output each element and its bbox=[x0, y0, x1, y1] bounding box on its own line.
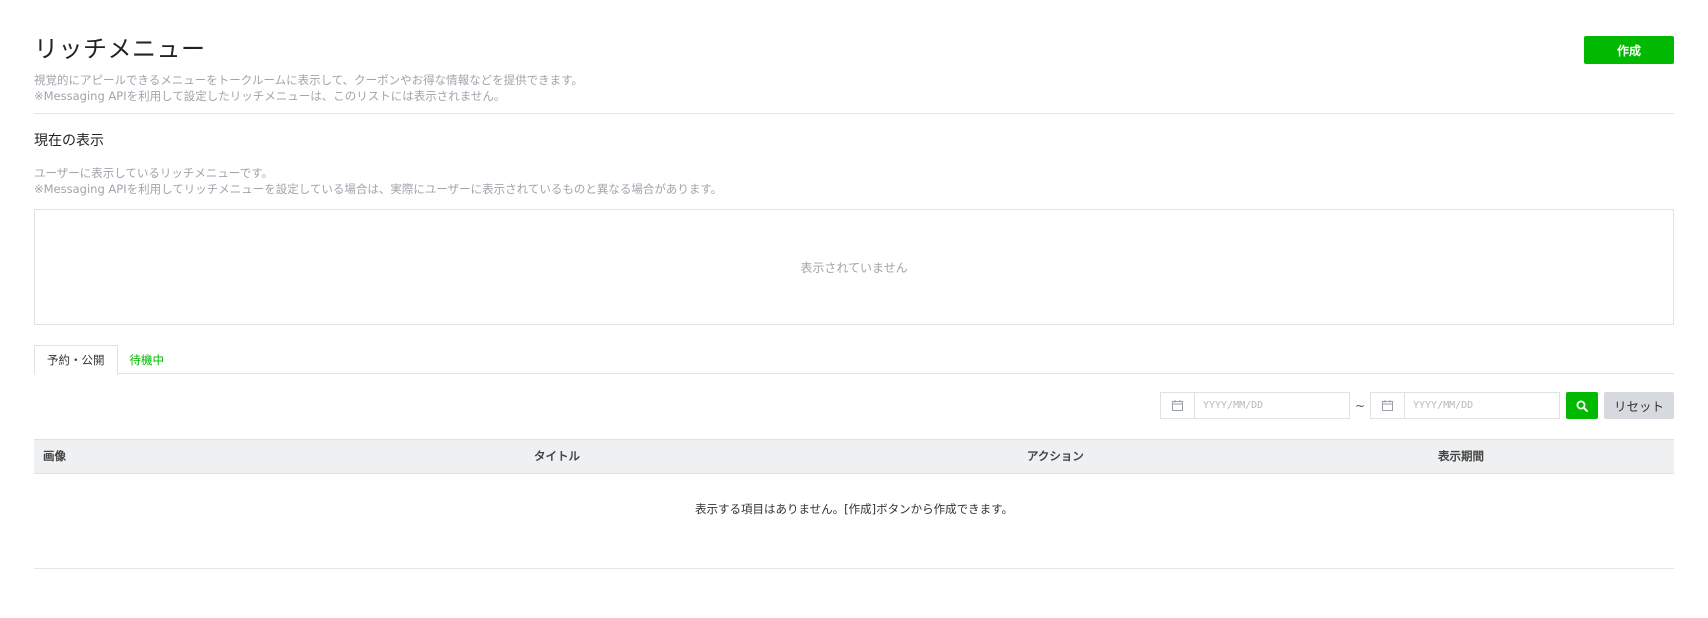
create-button[interactable]: 作成 bbox=[1584, 36, 1674, 64]
current-display-empty-text: 表示されていません bbox=[800, 260, 908, 275]
page-description-line: 視覚的にアピールできるメニューをトークルームに表示して、クーポンやお得な情報など… bbox=[34, 73, 584, 87]
table-empty-text: 表示する項目はありません。[作成]ボタンから作成できます。 bbox=[695, 502, 1013, 516]
page-title: リッチメニュー bbox=[34, 35, 206, 63]
calendar-icon[interactable] bbox=[1371, 393, 1405, 418]
column-header-image: 画像 bbox=[43, 449, 66, 463]
table-header: 画像 タイトル アクション 表示期間 bbox=[34, 439, 1674, 474]
end-date-field[interactable] bbox=[1369, 392, 1560, 419]
column-header-action: アクション bbox=[1027, 449, 1084, 463]
current-display-description-line: ユーザーに表示しているリッチメニューです。 bbox=[34, 166, 274, 180]
current-display-title: 現在の表示 bbox=[34, 133, 104, 149]
start-date-input[interactable] bbox=[1194, 393, 1349, 418]
page-description: 視覚的にアピールできるメニューをトークルームに表示して、クーポンやお得な情報など… bbox=[34, 72, 1674, 104]
reset-button[interactable]: リセット bbox=[1603, 392, 1674, 419]
search-button[interactable] bbox=[1565, 392, 1598, 419]
header-divider bbox=[34, 113, 1674, 114]
date-filter: ~ リセット bbox=[1159, 392, 1674, 419]
table-empty-row: 表示する項目はありません。[作成]ボタンから作成できます。 bbox=[34, 474, 1674, 569]
current-display-description-note: ※Messaging APIを利用してリッチメニューを設定している場合は、実際に… bbox=[34, 182, 723, 196]
calendar-icon[interactable] bbox=[1161, 393, 1195, 418]
tab-scheduled-published[interactable]: 予約・公開 bbox=[34, 345, 118, 375]
page-header: リッチメニュー 視覚的にアピールできるメニューをトークルームに表示して、クーポン… bbox=[34, 34, 1674, 104]
start-date-field[interactable] bbox=[1159, 392, 1350, 419]
tab-waiting[interactable]: 待機中 bbox=[118, 345, 177, 374]
current-display-description: ユーザーに表示しているリッチメニューです。 ※Messaging APIを利用し… bbox=[34, 165, 722, 197]
current-display-box: 表示されていません bbox=[34, 209, 1674, 325]
end-date-input[interactable] bbox=[1404, 393, 1559, 418]
search-icon bbox=[1576, 400, 1588, 412]
page-description-note: ※Messaging APIを利用して設定したリッチメニューは、このリストには表… bbox=[34, 89, 506, 103]
date-range-separator: ~ bbox=[1354, 398, 1366, 413]
column-header-display-period: 表示期間 bbox=[1438, 449, 1484, 463]
column-header-title: タイトル bbox=[534, 449, 580, 463]
tab-bar: 予約・公開 待機中 bbox=[34, 345, 1674, 375]
